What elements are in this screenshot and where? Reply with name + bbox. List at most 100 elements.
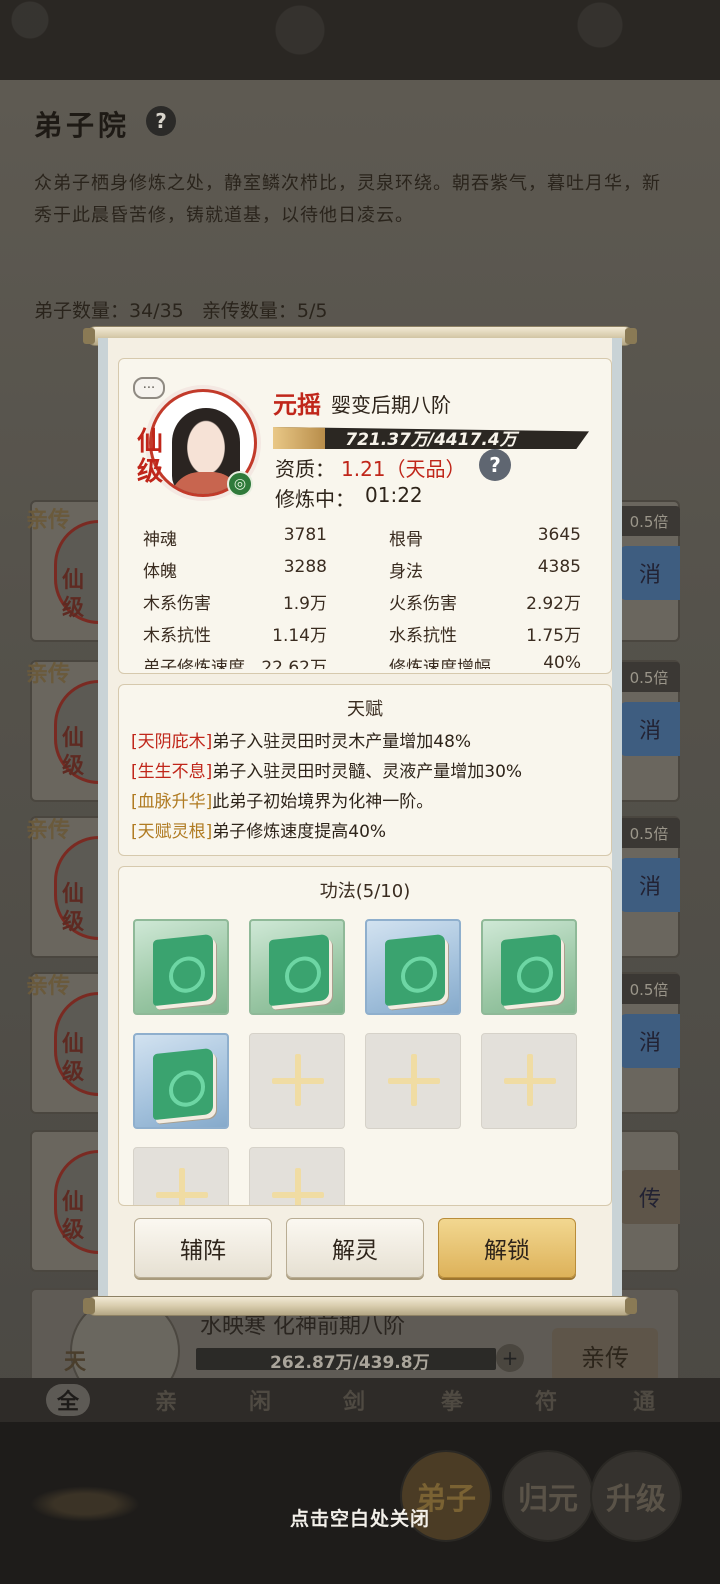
- disciple-info-panel: ··· 仙级 ◎ 元摇 婴变后期八阶 721.37万/4417.4万 资质： 1…: [118, 358, 612, 674]
- stat-label: 根骨: [389, 530, 423, 550]
- technique-slot-empty[interactable]: [481, 1033, 577, 1129]
- plus-icon: [179, 1168, 185, 1205]
- card-rank-label: 亲传: [26, 661, 71, 687]
- card-rank-label: 亲传: [26, 973, 71, 999]
- talent-text: 此弟子初始境界为化神一阶。: [212, 792, 434, 812]
- formation-button[interactable]: 辅阵: [134, 1218, 272, 1278]
- filter-idle[interactable]: 闲: [238, 1384, 282, 1416]
- spiral-sect-icon: ◎: [227, 471, 253, 497]
- talent-panel: 天赋 [天阴庇木]弟子入驻灵田时灵木产量增加48% [生生不息]弟子入驻灵田时灵…: [118, 684, 612, 856]
- talent-tag: [天赋灵根]: [131, 822, 213, 842]
- technique-book-icon: [153, 1047, 213, 1121]
- cultivation-progress-text: 262.87万/439.8万: [270, 1353, 430, 1373]
- page-help-icon[interactable]: ?: [146, 106, 176, 136]
- stat-value: 1.14万: [272, 626, 327, 646]
- talent-line: [血脉升华]此弟子初始境界为化神一阶。: [131, 787, 433, 812]
- stat-label: 水系抗性: [389, 626, 457, 646]
- rank-label: 仙级: [137, 427, 164, 487]
- technique-book-icon: [501, 933, 561, 1007]
- top-decor-band: [0, 0, 720, 80]
- technique-slot-empty[interactable]: [365, 1033, 461, 1129]
- filter-all[interactable]: 全: [46, 1384, 90, 1416]
- disciple-count: 弟子数量：34/35: [34, 300, 184, 322]
- exp-text: 721.37万/4417.4万: [345, 430, 517, 450]
- release-button[interactable]: 解灵: [286, 1218, 424, 1278]
- make-direct-button[interactable]: 亲传: [552, 1328, 658, 1382]
- talent-line: [天赋灵根]弟子修炼速度提高40%: [131, 817, 386, 842]
- technique-slot[interactable]: [133, 919, 229, 1015]
- filter-talisman[interactable]: 符: [524, 1384, 568, 1416]
- technique-slot[interactable]: [481, 919, 577, 1015]
- talent-tag: [天阴庇木]: [131, 732, 213, 752]
- talent-text: 弟子修炼速度提高40%: [212, 822, 387, 842]
- close-hint[interactable]: 点击空白处关闭: [0, 1504, 720, 1531]
- stat-label: 修炼速度增幅: [389, 658, 491, 669]
- filter-fist[interactable]: 拳: [430, 1384, 474, 1416]
- stat-value: 1.75万: [526, 626, 581, 646]
- technique-panel: 功法(5/10): [118, 866, 612, 1206]
- plus-icon: [527, 1054, 533, 1106]
- stat-label: 身法: [389, 562, 423, 582]
- chat-bubble-icon[interactable]: ···: [133, 377, 165, 399]
- speed-badge: 0.5倍: [618, 506, 680, 536]
- technique-slot[interactable]: [133, 1033, 229, 1129]
- stat-value: 40%: [543, 653, 581, 669]
- card-xian-label: 仙级: [62, 725, 85, 779]
- technique-title: 功法(5/10): [319, 881, 411, 902]
- card-action-button[interactable]: 消: [620, 546, 680, 600]
- talent-line: [天阴庇木]弟子入驻灵田时灵木产量增加48%: [131, 727, 471, 752]
- cultivating-timer: 01:22: [365, 483, 423, 507]
- technique-slot-empty[interactable]: [133, 1147, 229, 1205]
- stat-value: 2.92万: [526, 594, 581, 614]
- add-exp-button[interactable]: +: [496, 1344, 524, 1372]
- card-action-button[interactable]: 消: [620, 858, 680, 912]
- stat-label: 神魂: [143, 530, 177, 550]
- aptitude-label: 资质：: [275, 457, 335, 481]
- technique-slot-empty[interactable]: [249, 1147, 345, 1205]
- disciple-realm: 婴变后期八阶: [331, 393, 451, 417]
- card-action-button[interactable]: 传: [620, 1170, 680, 1224]
- card-xian-label: 仙级: [62, 881, 85, 935]
- talent-title: 天赋: [347, 699, 383, 720]
- filter-sword[interactable]: 剑: [332, 1384, 376, 1416]
- technique-slot[interactable]: [249, 919, 345, 1015]
- stat-value: 22.62万: [261, 658, 327, 669]
- stat-value: 1.9万: [282, 594, 327, 614]
- card-xian-label: 仙级: [62, 567, 85, 621]
- card-rank-label: 亲传: [26, 507, 71, 533]
- direct-count: 亲传数量：5/5: [201, 300, 328, 322]
- stat-value: 4385: [537, 557, 581, 577]
- technique-book-icon: [269, 933, 329, 1007]
- technique-slot-empty[interactable]: [249, 1033, 345, 1129]
- talent-text: 弟子入驻灵田时灵髓、灵液产量增加30%: [212, 762, 523, 782]
- stat-value: 3288: [283, 557, 327, 577]
- technique-slot[interactable]: [365, 919, 461, 1015]
- stat-value: 3645: [537, 525, 581, 545]
- scroll-rod-bottom: [83, 1296, 637, 1316]
- aptitude-help-icon[interactable]: ?: [479, 449, 511, 481]
- stat-label: 木系伤害: [143, 594, 211, 614]
- card-action-button[interactable]: 消: [620, 702, 680, 756]
- page-title: 弟子院: [34, 109, 131, 142]
- filter-direct[interactable]: 亲: [144, 1384, 188, 1416]
- plus-icon: [295, 1054, 301, 1106]
- speed-badge: 0.5倍: [618, 662, 680, 692]
- card-xian-label: 仙级: [62, 1189, 85, 1243]
- page-description: 众弟子栖身修炼之处，静室鳞次栉比，灵泉环绕。朝吞紫气，暮吐月华，新秀于此晨昏苦修…: [34, 173, 661, 226]
- stats-list[interactable]: 神魂 3781 根骨 3645 体魄 3288 身法 4385 木系伤害 1.9…: [119, 519, 613, 669]
- stat-label: 木系抗性: [143, 626, 211, 646]
- disciple-counts: 弟子数量：34/35 亲传数量：5/5: [34, 296, 327, 323]
- disciple-name: 元摇: [273, 391, 321, 419]
- stat-value: 3781: [283, 525, 327, 545]
- card-rank-label: 天: [64, 1350, 87, 1375]
- cultivating-label: 修炼中：: [275, 487, 355, 511]
- card-action-button[interactable]: 消: [620, 1014, 680, 1068]
- card-xian-label: 仙级: [62, 1031, 85, 1085]
- unlock-button[interactable]: 解锁: [438, 1218, 576, 1278]
- plus-icon: [411, 1054, 417, 1106]
- stat-label: 火系伤害: [389, 594, 457, 614]
- filter-general[interactable]: 通: [622, 1384, 666, 1416]
- stat-label: 体魄: [143, 562, 177, 582]
- speed-badge: 0.5倍: [618, 974, 680, 1004]
- talent-tag: [生生不息]: [131, 762, 213, 782]
